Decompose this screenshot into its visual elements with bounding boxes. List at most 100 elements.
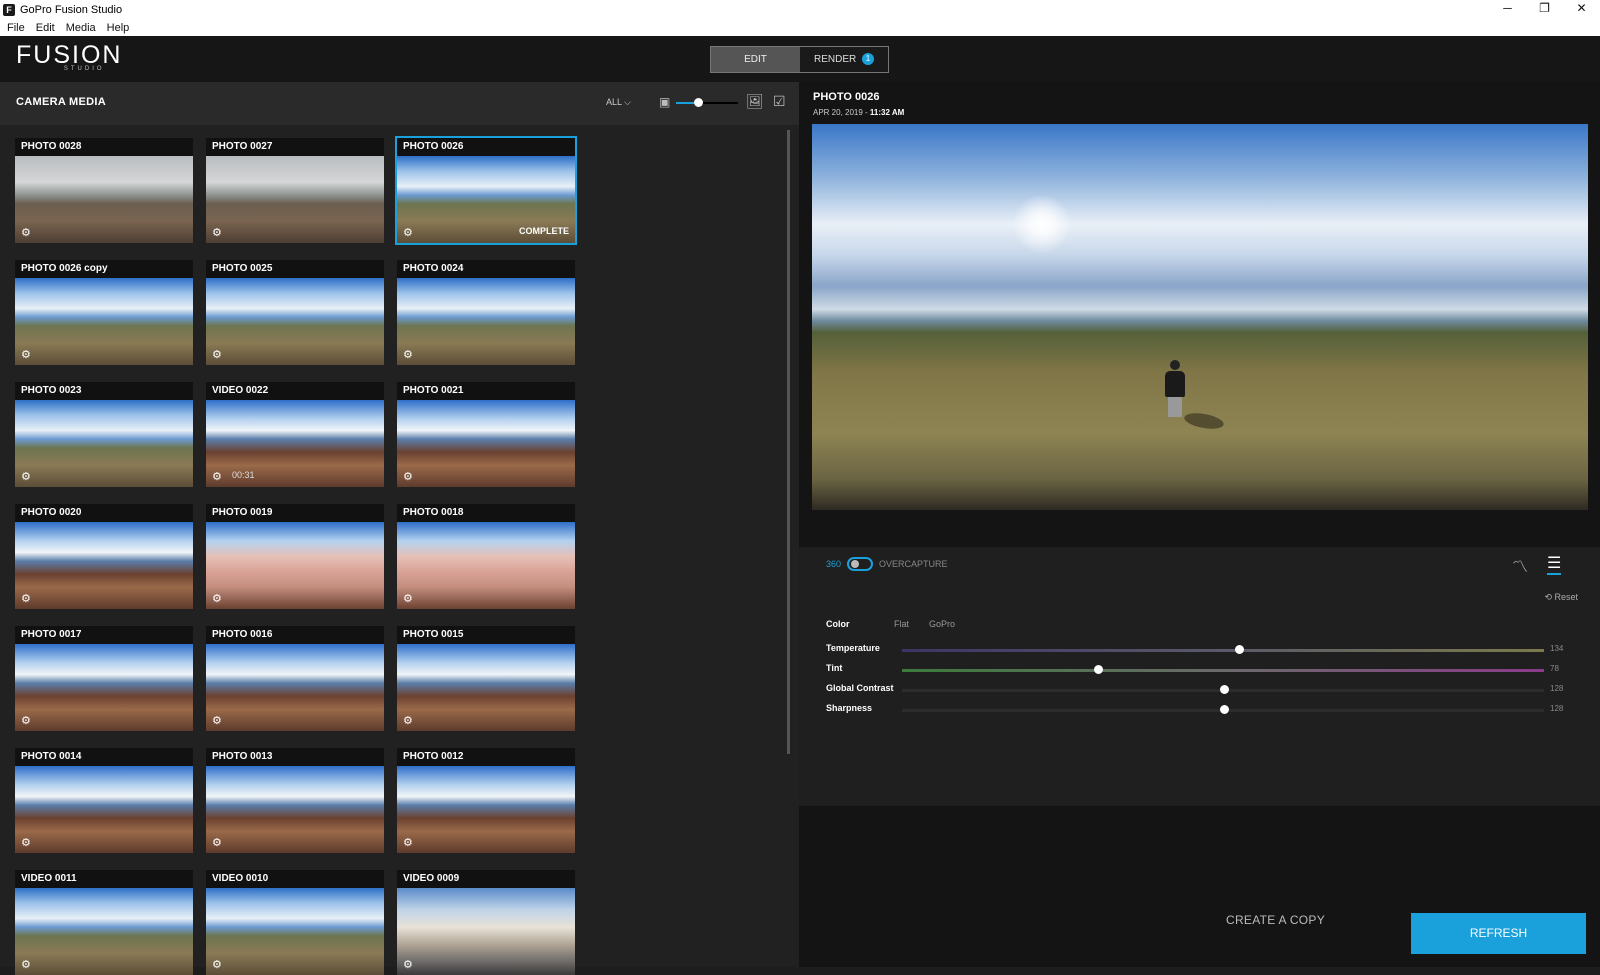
camera-icon: ⚙ — [212, 349, 222, 361]
camera-icon: ⚙ — [212, 593, 222, 605]
thumbnail-image — [15, 278, 193, 365]
slider-handle[interactable] — [1094, 665, 1104, 674]
thumbnail-image — [397, 278, 575, 365]
camera-icon: ⚙ — [212, 837, 222, 849]
slider-handle[interactable] — [1220, 685, 1230, 694]
thumbnail-image — [397, 888, 575, 975]
thumbnail-image — [397, 644, 575, 731]
menu-help[interactable]: Help — [107, 22, 130, 34]
media-thumbnail[interactable]: VIDEO 0009 ⚙ — [397, 870, 575, 975]
media-scrollbar[interactable] — [787, 130, 790, 754]
curves-icon[interactable]: 〽 — [1512, 553, 1528, 577]
media-thumbnail[interactable]: PHOTO 0019 ⚙ — [206, 504, 384, 609]
camera-icon: ⚙ — [21, 349, 31, 361]
media-thumbnail[interactable]: PHOTO 0026 ⚙ COMPLETE — [395, 136, 577, 245]
view-mode-toggle: 360 OVERCAPTURE — [826, 557, 948, 571]
close-icon[interactable]: ✕ — [1563, 0, 1600, 19]
thumbnail-image — [206, 766, 384, 853]
refresh-button[interactable]: REFRESH — [1411, 913, 1586, 954]
slider-temperature: Temperature 134 — [826, 643, 1576, 657]
media-thumbnail[interactable]: VIDEO 0011 ⚙ — [15, 870, 193, 975]
tab-render[interactable]: RENDER 1 — [800, 47, 888, 72]
media-thumbnail[interactable]: PHOTO 0024 ⚙ — [397, 260, 575, 365]
media-toolbar: CAMERA MEDIA ALL ⌵ ▣ 🖼 ☑ — [0, 82, 799, 125]
small-thumbnail-icon[interactable]: ▣ — [659, 95, 670, 109]
window-title: GoPro Fusion Studio — [20, 3, 123, 16]
menu-media[interactable]: Media — [66, 22, 96, 34]
media-thumbnail[interactable]: PHOTO 0020 ⚙ — [15, 504, 193, 609]
media-thumbnail[interactable]: PHOTO 0014 ⚙ — [15, 748, 193, 853]
slider-sharpness: Sharpness 128 — [826, 703, 1576, 717]
create-copy-button[interactable]: CREATE A COPY — [1226, 913, 1325, 927]
media-thumbnail[interactable]: PHOTO 0016 ⚙ — [206, 626, 384, 731]
mode-toggle: EDIT RENDER 1 — [710, 46, 889, 73]
thumbnail-label: PHOTO 0013 — [206, 748, 384, 766]
slider-track[interactable] — [902, 669, 1544, 672]
mode-overcapture-label[interactable]: OVERCAPTURE — [879, 559, 948, 569]
media-thumbnail[interactable]: PHOTO 0025 ⚙ — [206, 260, 384, 365]
filter-dropdown[interactable]: ALL ⌵ — [606, 97, 631, 108]
thumbnail-image — [397, 766, 575, 853]
media-thumbnail[interactable]: PHOTO 0018 ⚙ — [397, 504, 575, 609]
window-controls: ─ ❐ ✕ — [1489, 0, 1600, 19]
media-thumbnail[interactable]: PHOTO 0017 ⚙ — [15, 626, 193, 731]
media-thumbnail[interactable]: VIDEO 0022 ⚙ 00:31 — [206, 382, 384, 487]
slider-track[interactable] — [902, 649, 1544, 652]
camera-icon: ⚙ — [403, 715, 413, 727]
camera-icon: ⚙ — [403, 593, 413, 605]
media-thumbnail[interactable]: PHOTO 0026 copy ⚙ — [15, 260, 193, 365]
slider-label: Global Contrast — [826, 683, 894, 693]
thumbnail-label: PHOTO 0012 — [397, 748, 575, 766]
slider-label: Temperature — [826, 643, 880, 653]
media-thumbnail[interactable]: PHOTO 0028 ⚙ — [15, 138, 193, 243]
thumbnail-image — [206, 522, 384, 609]
media-thumbnail[interactable]: PHOTO 0015 ⚙ — [397, 626, 575, 731]
media-thumbnail[interactable]: PHOTO 0027 ⚙ — [206, 138, 384, 243]
camera-icon: ⚙ — [21, 959, 31, 971]
slider-label: Tint — [826, 663, 843, 673]
menu-edit[interactable]: Edit — [36, 22, 55, 34]
minimize-icon[interactable]: ─ — [1489, 0, 1526, 19]
slider-handle[interactable] — [1220, 705, 1230, 714]
thumbnail-label: PHOTO 0028 — [15, 138, 193, 156]
media-thumbnail[interactable]: PHOTO 0013 ⚙ — [206, 748, 384, 853]
camera-icon: ⚙ — [403, 471, 413, 483]
adjustments-icon[interactable]: ☰ — [1547, 553, 1562, 575]
thumbnail-label: VIDEO 0011 — [15, 870, 193, 888]
thumbnail-image — [206, 644, 384, 731]
mode-360-label[interactable]: 360 — [826, 559, 841, 569]
media-thumbnail[interactable]: PHOTO 0023 ⚙ — [15, 382, 193, 487]
color-option-gopro[interactable]: GoPro — [929, 619, 955, 629]
menu-bar: File Edit Media Help — [0, 19, 1600, 36]
camera-icon: ⚙ — [212, 959, 222, 971]
media-thumbnail[interactable]: PHOTO 0012 ⚙ — [397, 748, 575, 853]
person-figure — [1164, 360, 1186, 420]
thumbnail-label: PHOTO 0018 — [397, 504, 575, 522]
color-profile-row: Color Flat GoPro — [826, 619, 975, 629]
thumbnail-image — [206, 278, 384, 365]
media-thumbnail[interactable]: PHOTO 0021 ⚙ — [397, 382, 575, 487]
select-all-icon[interactable]: ☑ — [773, 93, 786, 110]
logo-text: FUSION — [16, 41, 123, 69]
tab-edit[interactable]: EDIT — [711, 47, 800, 72]
zoom-slider-handle[interactable] — [694, 98, 703, 107]
thumbnail-label: PHOTO 0021 — [397, 382, 575, 400]
camera-icon: ⚙ — [21, 837, 31, 849]
thumbnail-image — [15, 522, 193, 609]
camera-icon: ⚙ — [21, 715, 31, 727]
preview-image[interactable] — [812, 124, 1588, 510]
camera-icon: ⚙ — [212, 227, 222, 239]
reset-button[interactable]: ⟲ Reset — [1544, 592, 1578, 603]
restore-icon[interactable]: ❐ — [1526, 0, 1563, 19]
thumbnail-label: PHOTO 0017 — [15, 626, 193, 644]
slider-handle[interactable] — [1235, 645, 1245, 654]
adjustment-panel: 360 OVERCAPTURE 〽 ☰ ⟲ Reset Color Flat G… — [799, 547, 1600, 806]
color-option-flat[interactable]: Flat — [894, 619, 909, 629]
menu-file[interactable]: File — [7, 22, 25, 34]
media-thumbnail[interactable]: VIDEO 0010 ⚙ — [206, 870, 384, 975]
thumbnail-label: PHOTO 0015 — [397, 626, 575, 644]
view-mode-switch[interactable] — [847, 557, 874, 571]
thumbnail-label: PHOTO 0026 — [397, 138, 575, 156]
large-thumbnail-icon[interactable]: 🖼 — [746, 93, 764, 110]
app-icon: F — [3, 3, 15, 16]
